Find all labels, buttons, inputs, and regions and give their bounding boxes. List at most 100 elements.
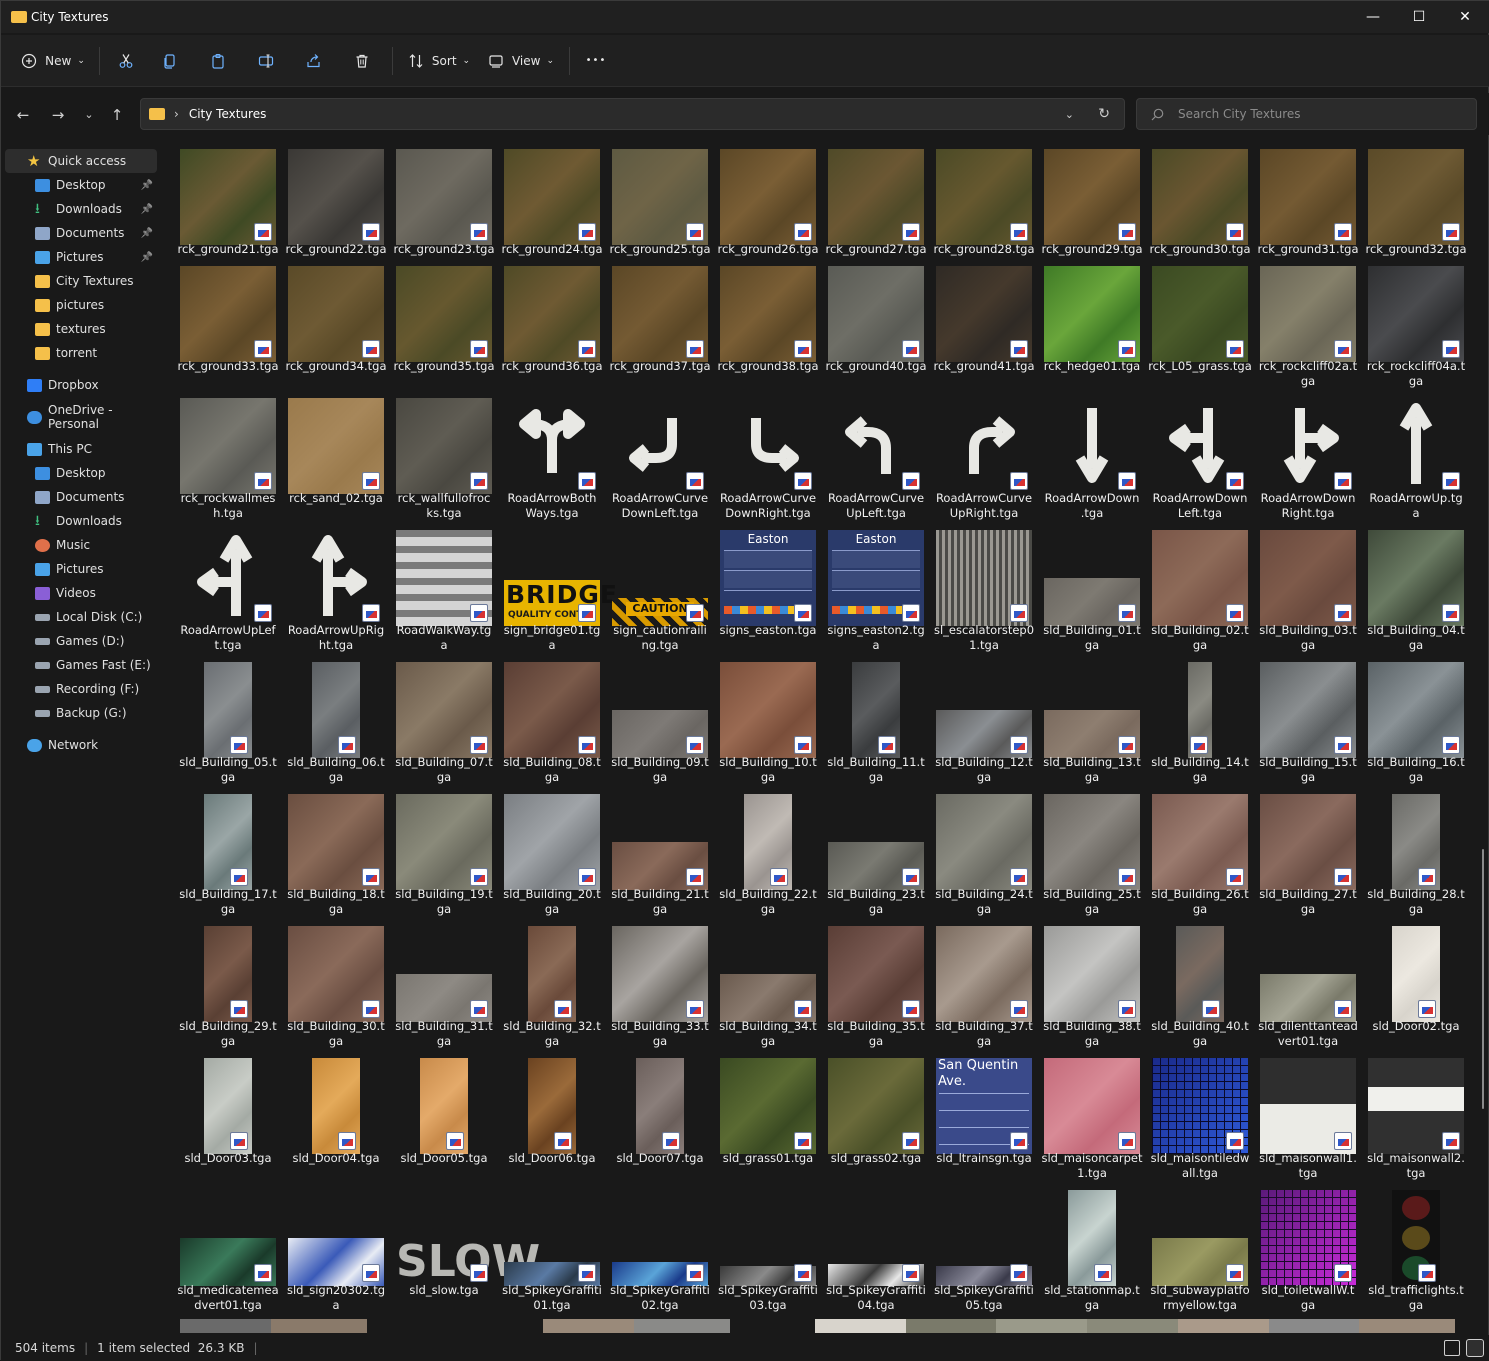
file-item[interactable]: rck_ground27.tga — [824, 141, 928, 269]
file-thumbnail-partial[interactable] — [542, 1319, 639, 1333]
file-item[interactable]: sld_Building_30.t ga — [284, 918, 388, 1048]
file-item[interactable]: RoadArrowBoth Ways.tga — [500, 390, 604, 520]
file-item[interactable]: sld_maisonwall1. tga — [1256, 1050, 1360, 1180]
sidebar-item-music[interactable]: Music — [5, 533, 157, 557]
file-item[interactable]: sld_Building_38.t ga — [1040, 918, 1144, 1048]
file-item[interactable]: rck_ground30.tga — [1148, 141, 1252, 269]
file-item[interactable]: sld_Building_15.t ga — [1256, 654, 1360, 784]
sidebar-item-games-d[interactable]: Games (D:) — [5, 629, 157, 653]
sidebar-item-dropbox[interactable]: Dropbox — [5, 373, 157, 397]
file-thumbnail-partial[interactable] — [1359, 1319, 1456, 1333]
file-item[interactable]: sld_Building_11.t ga — [824, 654, 928, 784]
file-item[interactable]: rck_ground36.tga — [500, 258, 604, 386]
file-item[interactable]: RoadArrowDown .tga — [1040, 390, 1144, 520]
file-item[interactable]: sld_Building_16.t ga — [1364, 654, 1468, 784]
file-item[interactable]: sld_sign20302.tga — [284, 1182, 388, 1312]
sidebar-item-city-textures[interactable]: City Textures — [5, 269, 157, 293]
file-item[interactable]: rck_ground33.tga — [176, 258, 280, 386]
more-options-button[interactable]: ••• — [576, 43, 616, 79]
file-item[interactable]: rck_ground29.tga — [1040, 141, 1144, 269]
file-item[interactable]: rck_ground22.tga — [284, 141, 388, 269]
refresh-icon[interactable]: ↻ — [1098, 106, 1110, 122]
file-item[interactable]: RoadArrowUpLef t.tga — [176, 522, 280, 652]
file-item[interactable]: BRIDGE QUALITY CONT sign_bridge01.tg a — [500, 522, 617, 652]
sort-button[interactable]: Sort ⌄ — [399, 43, 479, 79]
new-button[interactable]: New ⌄ — [13, 43, 93, 79]
file-item[interactable]: RoadArrowCurve UpLeft.tga — [824, 390, 928, 520]
file-item[interactable]: RoadArrowDown Left.tga — [1148, 390, 1252, 520]
sidebar-item-games-fast-e[interactable]: Games Fast (E:) — [5, 653, 157, 677]
file-item[interactable]: sld_Building_07.t ga — [392, 654, 496, 784]
sidebar-item-this-pc[interactable]: This PC — [5, 437, 157, 461]
file-item[interactable]: RoadArrowCurve UpRight.tga — [932, 390, 1036, 520]
sidebar-item-recording-f[interactable]: Recording (F:) — [5, 677, 157, 701]
sidebar-item-documents[interactable]: Documents — [5, 485, 157, 509]
file-item[interactable]: rck_ground21.tga — [176, 141, 280, 269]
sidebar-item-documents[interactable]: Documents 📌 — [5, 221, 157, 245]
delete-button[interactable] — [338, 43, 386, 79]
sidebar-item-pictures[interactable]: Pictures — [5, 557, 157, 581]
file-item[interactable]: sld_Building_13.t ga — [1040, 654, 1144, 784]
recent-locations-chevron-icon[interactable]: ⌄ — [79, 105, 99, 125]
file-item[interactable]: sld_toiletwallW.t ga — [1256, 1182, 1360, 1312]
sidebar-item-downloads[interactable]: ⭳ Downloads 📌 — [5, 197, 157, 221]
file-item[interactable]: rck_rockwallmes h.tga — [176, 390, 280, 520]
sidebar-item-pictures[interactable]: Pictures 📌 — [5, 245, 157, 269]
file-item[interactable]: RoadArrowUp.tg a — [1364, 390, 1468, 520]
file-item[interactable]: rck_sand_02.tga — [284, 390, 388, 518]
forward-arrow-icon[interactable]: → — [48, 105, 68, 125]
file-item[interactable]: sld_SpikeyGraffiti 01.tga — [500, 1182, 604, 1312]
close-button[interactable]: ✕ — [1442, 1, 1488, 33]
file-thumbnail-partial[interactable] — [996, 1319, 1093, 1333]
file-item[interactable]: sld_Door02.tga — [1364, 918, 1468, 1046]
details-view-icon[interactable] — [1444, 1340, 1460, 1356]
file-item[interactable]: sld_maisonwall2. tga — [1364, 1050, 1468, 1180]
file-item[interactable]: rck_rockcliff02a.t ga — [1256, 258, 1360, 388]
file-item[interactable]: rck_L05_grass.tga — [1148, 258, 1252, 386]
file-thumbnail-partial[interactable] — [1087, 1319, 1184, 1333]
sidebar-item-downloads[interactable]: ⭳ Downloads — [5, 509, 157, 533]
sidebar-item-desktop[interactable]: Desktop 📌 — [5, 173, 157, 197]
file-item[interactable]: sld_Building_31.t ga — [392, 918, 496, 1048]
file-item[interactable]: sld_SpikeyGraffiti 05.tga — [932, 1182, 1036, 1312]
file-item[interactable]: sld_SpikeyGraffiti 02.tga — [608, 1182, 712, 1312]
file-item[interactable]: sld_Building_37.t ga — [932, 918, 1036, 1048]
file-item[interactable]: sld_Building_23.t ga — [824, 786, 928, 916]
file-item[interactable]: sld_Building_33.t ga — [608, 918, 712, 1048]
file-item[interactable]: rck_ground38.tga — [716, 258, 820, 386]
file-item[interactable]: sld_SpikeyGraffiti 04.tga — [824, 1182, 928, 1312]
address-bar[interactable]: › City Textures ⌄ ↻ — [140, 98, 1125, 130]
file-item[interactable]: sld_Building_24.t ga — [932, 786, 1036, 916]
file-item[interactable]: sld_Building_06.t ga — [284, 654, 388, 784]
file-item[interactable]: sld_Building_09.t ga — [608, 654, 712, 784]
breadcrumb-city-textures[interactable]: City Textures — [189, 107, 267, 121]
search-box[interactable]: Search City Textures — [1136, 98, 1477, 130]
file-item[interactable]: sld_grass02.tga — [824, 1050, 928, 1178]
minimize-button[interactable]: — — [1350, 1, 1396, 33]
file-item[interactable]: sld_Building_19.t ga — [392, 786, 496, 916]
maximize-button[interactable]: ☐ — [1396, 1, 1442, 33]
file-item[interactable]: sld_Building_14.t ga — [1148, 654, 1252, 784]
file-item[interactable]: sld_Door05.tga — [392, 1050, 496, 1178]
file-thumbnail-partial[interactable] — [1177, 1319, 1274, 1333]
file-item[interactable]: sld_Door07.tga — [608, 1050, 712, 1178]
file-item[interactable]: RoadArrowUpRig ht.tga — [284, 522, 388, 652]
file-item[interactable]: rck_ground31.tga — [1256, 141, 1360, 269]
file-item[interactable]: rck_ground35.tga — [392, 258, 496, 386]
file-item[interactable]: rck_ground23.tga — [392, 141, 496, 269]
file-item[interactable]: rck_ground25.tga — [608, 141, 712, 269]
file-item[interactable]: sld_Building_05.t ga — [176, 654, 280, 784]
file-item[interactable]: sld_Building_08.t ga — [500, 654, 604, 784]
share-button[interactable] — [290, 43, 338, 79]
file-item[interactable]: rck_ground28.tga — [932, 141, 1036, 269]
file-item[interactable]: sld_grass01.tga — [716, 1050, 820, 1178]
file-item[interactable]: sld_subwayplatfo rmyellow.tga — [1148, 1182, 1252, 1312]
file-item[interactable]: sld_trafficlights.t ga — [1364, 1182, 1468, 1312]
file-item[interactable]: sld_SpikeyGraffiti 03.tga — [716, 1182, 820, 1312]
sidebar-item-backup-g[interactable]: Backup (G:) — [5, 701, 157, 725]
file-item[interactable]: RoadArrowDown Right.tga — [1256, 390, 1360, 520]
file-item[interactable]: sld_Building_28.t ga — [1364, 786, 1468, 916]
file-item[interactable]: rck_wallfullofroc ks.tga — [392, 390, 496, 520]
file-item[interactable]: sld_dilenttantead vert01.tga — [1256, 918, 1360, 1048]
file-thumbnail-partial[interactable] — [815, 1319, 912, 1333]
